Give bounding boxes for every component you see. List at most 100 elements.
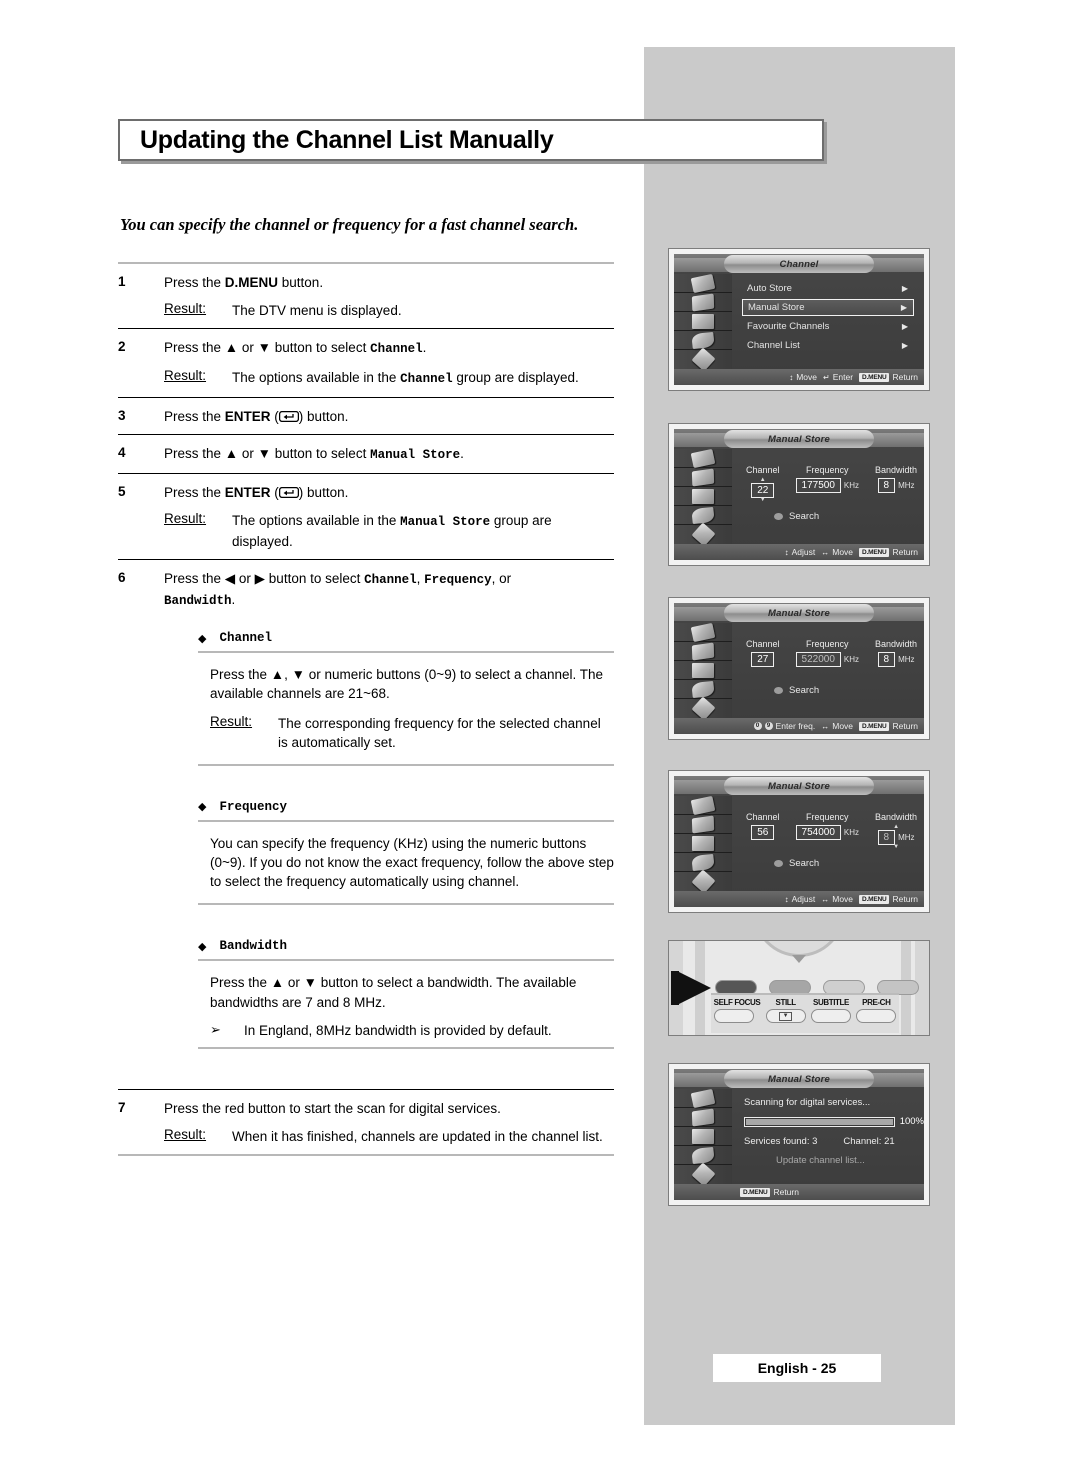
scan-progress-row: 100%: [732, 1108, 924, 1127]
intro-text: You can specify the channel or frequency…: [120, 215, 579, 234]
dmenu-button-label: D.MENU: [224, 275, 279, 290]
sidebar-slot-sound[interactable]: [674, 641, 732, 661]
sidebar-slot-picture[interactable]: [674, 273, 732, 293]
result-row: Result: The corresponding frequency for …: [210, 714, 614, 752]
pre-ch-button[interactable]: [856, 1009, 897, 1023]
step-number: 6: [118, 569, 126, 585]
sidebar-slot-channel[interactable]: [674, 834, 732, 853]
sidebar-slot-sound[interactable]: [674, 814, 732, 834]
osd-sidebar: [674, 622, 732, 721]
sidebar-slot-input[interactable]: [674, 522, 732, 547]
osd-title-pill: Channel: [724, 255, 874, 273]
step-number: 2: [118, 339, 126, 355]
pre-ch-button-group[interactable]: PRE-CH: [856, 998, 897, 1023]
sidebar-slot-picture[interactable]: [674, 795, 732, 815]
chevron-right-icon: ▶: [901, 341, 908, 350]
frequency-field-value[interactable]: 754000: [795, 825, 841, 840]
footer-label: Return: [773, 1187, 799, 1197]
step-6: 6 Press the ◀ or ▶ button to select Chan…: [118, 560, 614, 619]
menu-item-channel-list[interactable]: Channel List ▶: [742, 337, 914, 354]
search-row[interactable]: Search: [774, 858, 819, 869]
footer-enter: ↵ Enter: [823, 372, 853, 382]
channel-keyword: Channel: [364, 572, 417, 587]
subsection-frequency-header: ◆ Frequency: [118, 800, 614, 820]
sound-icon: [691, 814, 715, 834]
step-instruction: Press the red button to start the scan f…: [164, 1100, 501, 1116]
step-instruction-pre: Press the ▲ or ▼ button to select: [164, 445, 371, 461]
step-instruction: Press the D.MENU button.: [164, 273, 614, 292]
frequency-field-value[interactable]: 177500: [795, 478, 841, 493]
osd-channel-menu: Channel Auto Store ▶ Manual Store ▶ Favo…: [674, 254, 924, 385]
caret-down-icon: ▼: [759, 497, 766, 503]
screenshot-manual-store-2: Manual Store Channel 27 Frequency 522000…: [668, 597, 930, 740]
menu-item-auto-store[interactable]: Auto Store ▶: [742, 280, 914, 297]
sidebar-slot-input[interactable]: [674, 696, 732, 721]
channel-field-value[interactable]: 56: [751, 825, 775, 840]
sidebar-slot-channel[interactable]: [674, 312, 732, 331]
subtitle-button[interactable]: [810, 1009, 851, 1023]
channel-icon: [692, 488, 714, 504]
sidebar-slot-sound[interactable]: [674, 1107, 732, 1127]
subtitle-label: SUBTITLE: [813, 998, 849, 1007]
self-focus-button-group[interactable]: SELF FOCUS: [713, 998, 761, 1023]
sidebar-slot-input[interactable]: [674, 869, 732, 894]
digit-zero-icon: 0: [753, 722, 762, 730]
subsection-channel-body: Press the ▲, ▼ or numeric buttons (0~9) …: [118, 653, 614, 764]
page-footer: English - 25: [713, 1354, 881, 1382]
still-button-group[interactable]: STILL ▼: [765, 998, 806, 1023]
osd-title-pill: Manual Store: [724, 1070, 874, 1088]
sidebar-slot-input[interactable]: [674, 347, 732, 372]
sidebar-slot-channel[interactable]: [674, 661, 732, 680]
self-focus-button[interactable]: [713, 1009, 754, 1023]
subsection-bandwidth-body: Press the ▲ or ▼ button to select a band…: [118, 961, 614, 1011]
chevron-right-icon: ▶: [900, 303, 907, 312]
sidebar-slot-channel[interactable]: [674, 487, 732, 506]
still-button[interactable]: ▼: [765, 1009, 806, 1023]
osd-title: Channel: [779, 258, 819, 270]
footer-label: Adjust: [791, 547, 816, 557]
caret-down-icon: ▼: [893, 844, 900, 850]
step-instruction-post: .: [422, 340, 427, 356]
bandwidth-keyword: Bandwidth: [164, 593, 232, 608]
footer-move: ↕ Move: [789, 372, 817, 382]
sound-icon: [691, 641, 715, 661]
menu-item-manual-store[interactable]: Manual Store ▶: [742, 299, 914, 316]
result-row: Result: The options available in the Cha…: [164, 368, 614, 389]
subtitle-button-group[interactable]: SUBTITLE: [810, 998, 851, 1023]
instructions-body: 1 Press the D.MENU button. Result: The D…: [118, 262, 614, 1156]
sidebar-slot-picture[interactable]: [674, 1088, 732, 1108]
scan-stats: Services found: 3 Channel: 21: [732, 1127, 924, 1147]
step-instruction-post: .: [460, 445, 464, 461]
sidebar-slot-picture[interactable]: [674, 622, 732, 642]
screenshot-remote-control: SELF FOCUS STILL ▼ SUBTITLE PRE-CH: [668, 940, 930, 1036]
digit-nine-icon: 9: [764, 722, 773, 730]
osd-manual-store-2: Manual Store Channel 27 Frequency 522000…: [674, 603, 924, 734]
pre-ch-label: PRE-CH: [862, 998, 891, 1007]
sidebar-slot-input[interactable]: [674, 1162, 732, 1187]
sidebar-slot-sound[interactable]: [674, 467, 732, 487]
result-text: The DTV menu is displayed.: [232, 303, 402, 319]
channel-field-value[interactable]: 27: [751, 652, 775, 667]
sound-icon: [691, 467, 715, 487]
search-row[interactable]: Search: [774, 685, 819, 696]
frequency-field-value[interactable]: 522000: [795, 652, 841, 667]
pointer-arrow-icon: [677, 971, 711, 1005]
progress-bar-fill: [746, 1118, 893, 1125]
bandwidth-field-value[interactable]: 8: [877, 830, 896, 845]
step-instruction-pre: Press the: [164, 275, 225, 290]
menu-item-favourite-channels[interactable]: Favourite Channels ▶: [742, 318, 914, 335]
sidebar-slot-channel[interactable]: [674, 1127, 732, 1146]
enter-key-icon: ↵: [823, 372, 830, 382]
channel-field-value[interactable]: 22: [751, 483, 775, 498]
frequency-keyword: Frequency: [424, 572, 492, 587]
search-row[interactable]: Search: [774, 511, 819, 522]
step-number: 1: [118, 274, 126, 289]
input-icon: [690, 1162, 716, 1187]
step-instruction-post: , or: [491, 570, 512, 586]
sidebar-slot-picture[interactable]: [674, 448, 732, 468]
bandwidth-field-value[interactable]: 8: [877, 478, 896, 493]
bandwidth-unit: MHz: [898, 655, 915, 664]
bandwidth-field-value[interactable]: 8: [877, 652, 896, 667]
input-icon: [690, 347, 716, 372]
sidebar-slot-sound[interactable]: [674, 292, 732, 312]
